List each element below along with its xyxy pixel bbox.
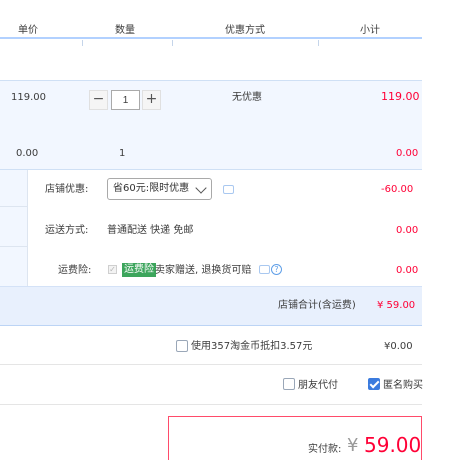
anonymous-purchase-checkbox[interactable]: [368, 378, 380, 390]
insurance-label: 运费险:: [58, 265, 92, 276]
shipping-method-label: 运送方式:: [45, 225, 89, 236]
extra-item-subtotal: 0.00: [396, 148, 419, 159]
header-discount-method: 优惠方式: [225, 25, 265, 36]
quantity-increase-button[interactable]: +: [142, 90, 161, 110]
shop-coupon-selected: 省60元:限时优惠: [113, 183, 190, 194]
friend-pay-label: 朋友代付: [298, 380, 338, 391]
shipping-amount: 0.00: [396, 225, 419, 236]
shop-total-value: ¥ 59.00: [377, 300, 416, 311]
row-separator: [0, 206, 27, 207]
extra-item-price: 0.00: [16, 148, 39, 159]
use-coins-checkbox[interactable]: [176, 340, 188, 352]
row-separator: [0, 364, 422, 365]
extra-item-qty: 1: [119, 148, 126, 159]
coins-amount: ¥0.00: [384, 341, 413, 352]
shop-total-label: 店铺合计(含运费): [278, 300, 356, 311]
payment-amount: 59.00: [364, 433, 422, 457]
row-separator: [0, 80, 422, 81]
shop-coupon-label: 店铺优惠:: [45, 184, 89, 195]
payment-currency: ¥: [347, 435, 359, 456]
item-unit-price: 119.00: [11, 92, 46, 103]
chevron-down-icon: [195, 182, 207, 194]
header-quantity: 数量: [115, 25, 135, 36]
shop-coupon-amount: -60.00: [381, 184, 414, 195]
header-divider: [172, 40, 173, 46]
use-coins-label: 使用357淘金币抵扣3.57元: [191, 341, 313, 352]
header-subtotal: 小计: [360, 25, 380, 36]
shipping-method-value: 普通配送 快递 免邮: [107, 225, 194, 236]
payment-label: 实付款:: [308, 444, 342, 455]
row-separator: [0, 246, 27, 247]
shop-total-bar: [0, 286, 422, 326]
insurance-amount: 0.00: [396, 265, 419, 276]
quantity-decrease-button[interactable]: −: [89, 90, 108, 110]
help-icon[interactable]: ?: [271, 264, 282, 275]
insurance-description: 卖家赠送, 退换货可赔: [155, 265, 252, 276]
chat-bubble-icon[interactable]: [223, 185, 234, 194]
header-divider: [82, 40, 83, 46]
header-underline: [0, 37, 422, 39]
quantity-input[interactable]: [111, 90, 140, 110]
shop-coupon-select[interactable]: 省60元:限时优惠: [107, 178, 212, 200]
friend-pay-checkbox[interactable]: [283, 378, 295, 390]
header-divider: [318, 40, 319, 46]
cart-table-header: 单价 数量 优惠方式 小计: [0, 0, 422, 46]
anonymous-purchase-label: 匿名购买: [383, 380, 423, 391]
cart-item-row: [0, 80, 422, 170]
chat-bubble-icon[interactable]: [259, 265, 270, 274]
header-price: 单价: [18, 25, 38, 36]
payment-summary-box: 实付款: ¥ 59.00: [168, 416, 422, 460]
item-discount-method: 无优惠: [232, 92, 262, 103]
insurance-checkbox: ✓: [108, 265, 117, 274]
item-subtotal: 119.00: [381, 90, 420, 103]
row-separator: [0, 404, 422, 405]
insurance-tag: 运费险: [122, 263, 156, 277]
